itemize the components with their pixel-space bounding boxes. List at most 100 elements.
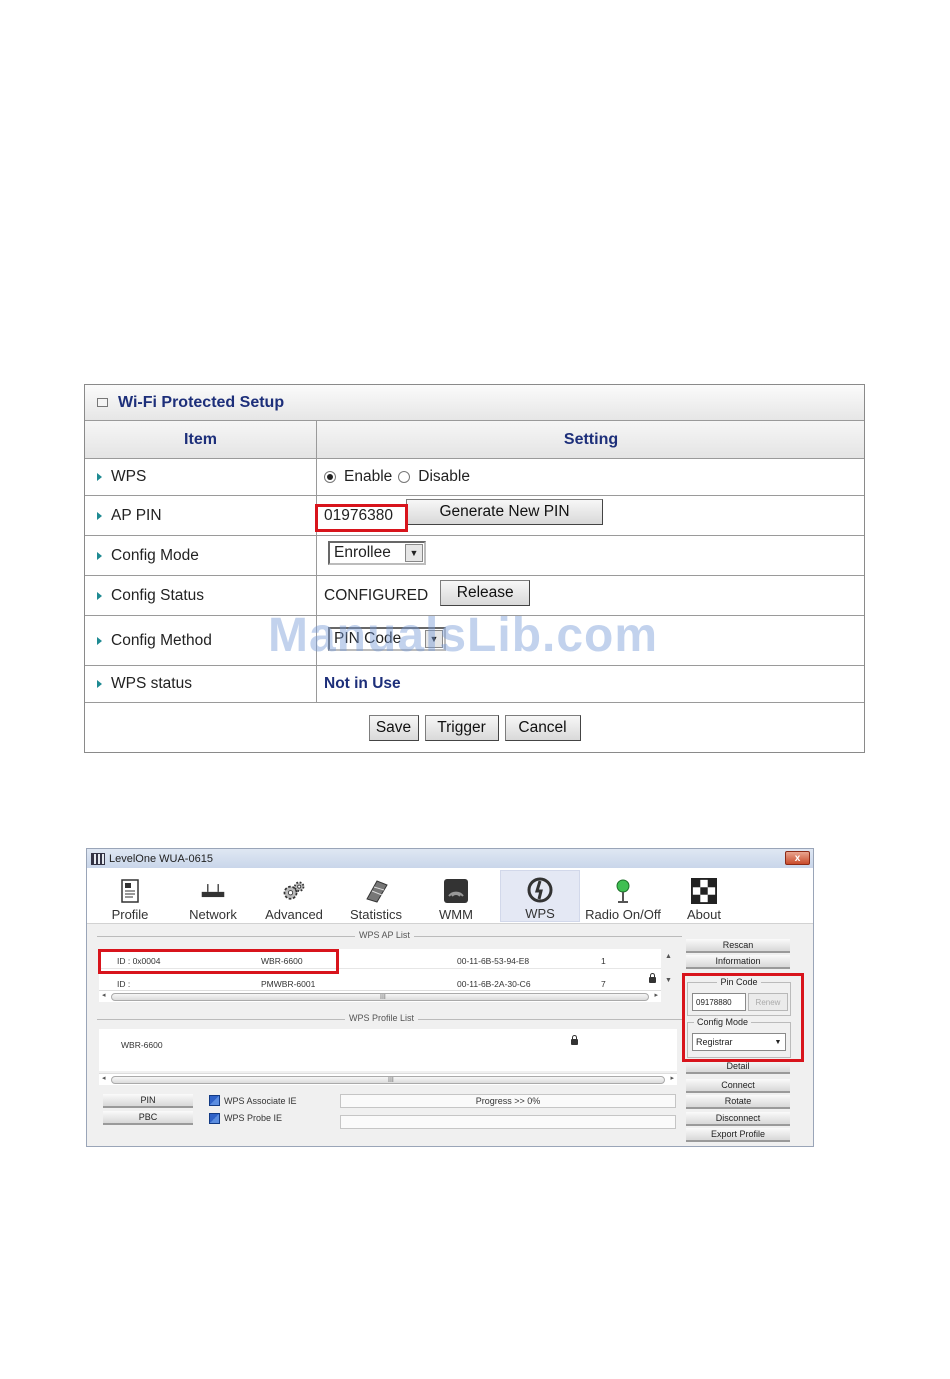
dropdown-arrow-icon: ▼ xyxy=(405,543,423,562)
panel-header: Wi-Fi Protected Setup xyxy=(85,385,864,421)
wps-enable-radio[interactable] xyxy=(324,471,336,483)
tab-advanced[interactable]: Advanced xyxy=(261,870,327,922)
pin-config-highlight-box xyxy=(682,973,804,1062)
export-profile-button[interactable]: Export Profile xyxy=(686,1128,790,1142)
progress-text: Progress >> 0% xyxy=(475,1096,541,1106)
tab-radio-on-off[interactable]: Radio On/Off xyxy=(581,870,665,922)
detail-button[interactable]: Detail xyxy=(686,1060,790,1074)
app-icon xyxy=(91,852,105,865)
ap-id: ID : xyxy=(117,979,131,989)
tab-wmm[interactable]: WMM xyxy=(431,870,481,922)
generate-new-pin-button[interactable]: Generate New PIN xyxy=(406,498,603,525)
config-mode-row: Config Mode Enrollee ▼ xyxy=(85,536,864,576)
panel-title: Wi-Fi Protected Setup xyxy=(118,393,285,411)
progress-bar xyxy=(340,1115,676,1129)
wps-probe-ie-checkbox[interactable] xyxy=(209,1113,220,1124)
tab-label: Radio On/Off xyxy=(585,907,661,922)
tab-about[interactable]: About xyxy=(679,870,729,922)
ap-pin-row: AP PIN 01976380 Generate New PIN xyxy=(85,496,864,536)
wps-status-value: Not in Use xyxy=(324,675,401,692)
utility-window: LevelOne WUA-0615 x Profile Network Adva… xyxy=(86,848,814,1147)
profile-icon xyxy=(117,879,143,903)
config-method-label: Config Method xyxy=(111,631,212,649)
scroll-grip: III xyxy=(380,994,386,1001)
scroll-left-icon[interactable]: ◂ xyxy=(102,1074,106,1082)
wps-label: WPS xyxy=(111,468,147,485)
profile-name: WBR-6600 xyxy=(121,1040,163,1050)
wps-probe-ie-label: WPS Probe IE xyxy=(224,1113,283,1123)
scroll-up-icon[interactable]: ▲ xyxy=(665,953,672,960)
ap-entry-highlight-box xyxy=(98,949,339,974)
rotate-button[interactable]: Rotate xyxy=(686,1095,790,1109)
profile-list-title: WPS Profile List xyxy=(345,1013,419,1023)
wmm-icon xyxy=(443,879,469,903)
profile-list-hscrollbar[interactable]: ◂ III ▸ xyxy=(99,1073,677,1085)
scroll-left-icon[interactable]: ◂ xyxy=(102,991,106,999)
tab-label: Network xyxy=(189,907,237,922)
ap-list-title: WPS AP List xyxy=(355,930,414,940)
toolbar: Profile Network Advanced Statistics WMM xyxy=(87,868,813,924)
tab-label: WPS xyxy=(525,906,555,921)
release-button[interactable]: Release xyxy=(440,579,531,606)
wps-associate-ie-label: WPS Associate IE xyxy=(224,1096,297,1106)
trigger-button[interactable]: Trigger xyxy=(424,715,499,741)
wps-row: WPS Enable Disable xyxy=(85,459,864,496)
scroll-right-icon[interactable]: ▸ xyxy=(670,1074,674,1082)
bullet-arrow-icon xyxy=(97,551,102,560)
window-titlebar: LevelOne WUA-0615 x xyxy=(87,849,813,868)
table-header: Item Setting xyxy=(85,421,864,459)
tab-wps[interactable]: WPS xyxy=(500,870,580,922)
ap-pin-highlight-box xyxy=(315,504,408,532)
config-status-label: Config Status xyxy=(111,586,205,604)
information-button[interactable]: Information xyxy=(686,955,790,969)
item-column-header: Item xyxy=(85,421,317,458)
lock-icon xyxy=(571,1035,578,1045)
wps-status-row: WPS status Not in Use xyxy=(85,666,864,703)
radio-toggle-icon xyxy=(610,879,636,903)
scroll-thumb[interactable]: III xyxy=(111,993,649,1001)
list-item[interactable]: WBR-6600 xyxy=(99,1029,677,1059)
wps-enable-label: Enable xyxy=(344,468,393,485)
config-mode-value: Enrollee xyxy=(334,543,391,561)
form-actions: Save Trigger Cancel xyxy=(85,703,864,753)
tab-label: Statistics xyxy=(349,907,402,922)
cancel-button[interactable]: Cancel xyxy=(504,715,581,741)
tab-label: Profile xyxy=(111,907,149,922)
config-mode-select[interactable]: Enrollee ▼ xyxy=(328,540,426,565)
scroll-down-icon[interactable]: ▼ xyxy=(665,977,672,984)
network-icon xyxy=(200,879,226,903)
wps-disable-label: Disable xyxy=(418,468,470,485)
ap-list-hscrollbar[interactable]: ◂ III ▸ xyxy=(99,990,661,1002)
tab-statistics[interactable]: Statistics xyxy=(343,870,409,922)
ap-bssid: 00-11-6B-53-94-E8 xyxy=(457,956,530,966)
bullet-arrow-icon xyxy=(97,511,102,520)
scroll-grip: III xyxy=(388,1077,394,1084)
panel-header-icon xyxy=(97,398,108,407)
wps-profile-list[interactable]: WBR-6600 xyxy=(99,1029,677,1071)
ap-pin-label: AP PIN xyxy=(111,506,162,524)
config-status-value: CONFIGURED xyxy=(324,586,429,604)
pbc-button[interactable]: PBC xyxy=(103,1111,193,1125)
tab-label: Advanced xyxy=(265,907,323,922)
table-row[interactable]: ID : PMWBR-6001 00-11-6B-2A-30-C6 7 xyxy=(99,971,661,991)
tab-label: WMM xyxy=(439,907,473,922)
tab-network[interactable]: Network xyxy=(181,870,245,922)
connect-button[interactable]: Connect xyxy=(686,1079,790,1093)
wps-icon xyxy=(527,877,553,903)
close-icon[interactable]: x xyxy=(785,851,810,865)
rescan-button[interactable]: Rescan xyxy=(686,939,790,953)
bullet-arrow-icon xyxy=(97,636,102,645)
tab-profile[interactable]: Profile xyxy=(103,870,157,922)
wps-associate-ie-checkbox[interactable] xyxy=(209,1095,220,1106)
scroll-thumb[interactable]: III xyxy=(111,1076,665,1084)
save-button[interactable]: Save xyxy=(368,715,419,741)
scroll-right-icon[interactable]: ▸ xyxy=(654,991,658,999)
disconnect-button[interactable]: Disconnect xyxy=(686,1112,790,1126)
levelone-logo-icon xyxy=(691,878,717,904)
ap-channel: 7 xyxy=(601,979,606,989)
watermark: ManualsLib.com xyxy=(268,609,659,662)
wps-disable-radio[interactable] xyxy=(398,471,411,483)
pin-button[interactable]: PIN xyxy=(103,1094,193,1108)
statistics-icon xyxy=(363,879,389,903)
lock-icon xyxy=(649,973,656,983)
